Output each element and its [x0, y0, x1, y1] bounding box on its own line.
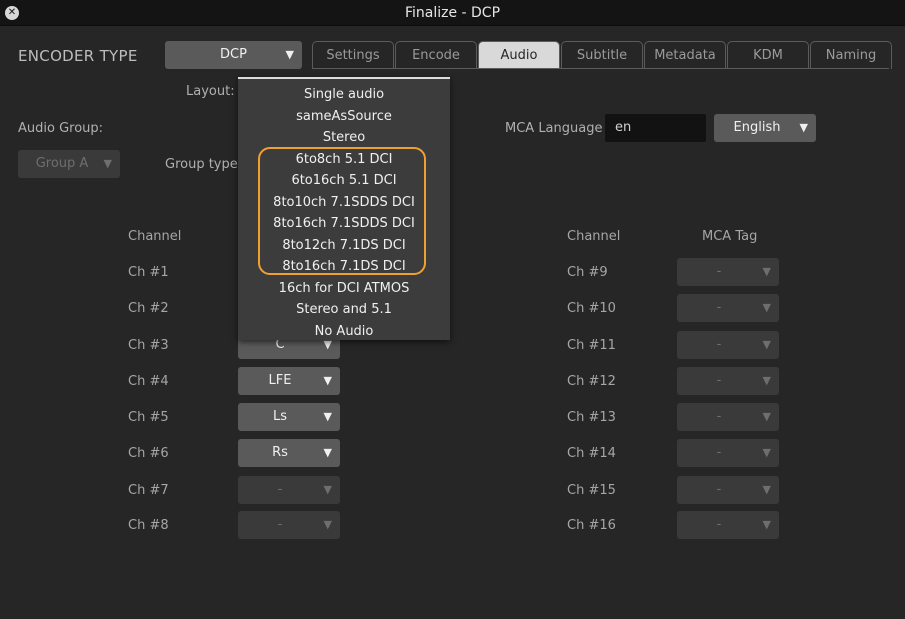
right-channel-header: Channel	[567, 229, 621, 244]
chevron-down-icon: ▼	[323, 410, 332, 423]
tab-encode[interactable]: Encode	[395, 41, 477, 69]
channel-label: Ch #1	[128, 265, 169, 280]
mca-language-select[interactable]: English ▼	[714, 114, 816, 142]
chevron-down-icon: ▼	[762, 338, 771, 351]
layout-option-stereo-and-51[interactable]: Stereo and 5.1	[238, 299, 450, 321]
channel-label: Ch #2	[128, 301, 169, 316]
encoder-type-value: DCP	[220, 47, 247, 62]
mca-tag-value: -	[716, 300, 722, 315]
audio-group-select[interactable]: Group A ▼	[18, 150, 120, 178]
encoder-type-select[interactable]: DCP ▼	[165, 41, 302, 69]
chevron-down-icon: ▼	[762, 483, 771, 496]
mca-language-code-input[interactable]: en	[605, 114, 706, 142]
channel-label: Ch #6	[128, 446, 169, 461]
mca-tag-select[interactable]: Ls ▼	[238, 403, 340, 431]
mca-tag-select[interactable]: - ▼	[677, 476, 779, 504]
chevron-down-icon: ▼	[762, 518, 771, 531]
layout-label: Layout:	[186, 84, 235, 99]
mca-tag-header: MCA Tag	[702, 229, 758, 244]
chevron-down-icon: ▼	[323, 483, 332, 496]
layout-option-no-audio[interactable]: No Audio	[238, 321, 450, 343]
channel-label: Ch #3	[128, 338, 169, 353]
mca-tag-value: -	[716, 264, 722, 279]
chevron-down-icon: ▼	[762, 374, 771, 387]
tab-subtitle[interactable]: Subtitle	[561, 41, 643, 69]
channel-label: Ch #12	[567, 374, 616, 389]
channel-label: Ch #10	[567, 301, 616, 316]
tab-metadata[interactable]: Metadata	[644, 41, 726, 69]
encoder-type-label: ENCODER TYPE	[18, 47, 138, 65]
mca-tag-value: -	[716, 445, 722, 460]
mca-tag-value: Ls	[272, 409, 287, 424]
channel-label: Ch #14	[567, 446, 616, 461]
tab-divider	[312, 68, 889, 69]
mca-tag-select[interactable]: - ▼	[238, 476, 340, 504]
channel-label: Ch #4	[128, 374, 169, 389]
left-channel-header: Channel	[128, 229, 182, 244]
tab-bar: Settings Encode Audio Subtitle Metadata …	[312, 41, 893, 69]
mca-tag-value: -	[277, 482, 283, 497]
mca-tag-select[interactable]: - ▼	[677, 294, 779, 322]
channel-label: Ch #15	[567, 483, 616, 498]
mca-tag-value: -	[716, 409, 722, 424]
mca-tag-select[interactable]: - ▼	[677, 331, 779, 359]
mca-tag-select[interactable]: - ▼	[677, 258, 779, 286]
group-type-label: Group type	[165, 157, 238, 172]
chevron-down-icon: ▼	[762, 410, 771, 423]
chevron-down-icon: ▼	[762, 265, 771, 278]
title-bar: ✕ Finalize - DCP	[0, 0, 905, 26]
mca-tag-value: LFE	[268, 373, 292, 388]
channel-label: Ch #5	[128, 410, 169, 425]
mca-tag-select[interactable]: LFE ▼	[238, 367, 340, 395]
channel-label: Ch #16	[567, 518, 616, 533]
tab-naming[interactable]: Naming	[810, 41, 892, 69]
chevron-down-icon: ▼	[323, 518, 332, 531]
channel-label: Ch #7	[128, 483, 169, 498]
window-title: Finalize - DCP	[404, 5, 501, 21]
channel-label: Ch #13	[567, 410, 616, 425]
chevron-down-icon: ▼	[103, 157, 112, 170]
audio-group-label: Audio Group:	[18, 121, 104, 136]
tab-audio[interactable]: Audio	[478, 41, 560, 69]
layout-option-same-as-source[interactable]: sameAsSource	[238, 106, 450, 128]
chevron-down-icon: ▼	[762, 301, 771, 314]
mca-tag-select[interactable]: - ▼	[238, 511, 340, 539]
tab-kdm[interactable]: KDM	[727, 41, 809, 69]
mca-tag-value: Rs	[272, 445, 288, 460]
mca-language-label: MCA Language	[505, 121, 603, 136]
layout-option-16ch-atmos[interactable]: 16ch for DCI ATMOS	[238, 278, 450, 300]
mca-tag-value: -	[716, 373, 722, 388]
mca-tag-value: -	[716, 517, 722, 532]
mca-tag-value: -	[716, 482, 722, 497]
mca-tag-select[interactable]: - ▼	[677, 367, 779, 395]
layout-option-single-audio[interactable]: Single audio	[238, 84, 450, 106]
channel-label: Ch #8	[128, 518, 169, 533]
mca-tag-value: -	[277, 517, 283, 532]
channel-label: Ch #9	[567, 265, 608, 280]
mca-tag-value: -	[716, 337, 722, 352]
mca-tag-select[interactable]: Rs ▼	[238, 439, 340, 467]
chevron-down-icon: ▼	[762, 446, 771, 459]
chevron-down-icon: ▼	[285, 48, 294, 61]
chevron-down-icon: ▼	[323, 374, 332, 387]
chevron-down-icon: ▼	[323, 446, 332, 459]
tab-settings[interactable]: Settings	[312, 41, 394, 69]
channel-label: Ch #11	[567, 338, 616, 353]
highlight-outline	[258, 147, 426, 275]
layout-option-stereo[interactable]: Stereo	[238, 127, 450, 149]
chevron-down-icon: ▼	[799, 121, 808, 134]
mca-tag-select[interactable]: - ▼	[677, 403, 779, 431]
mca-language-value: English	[733, 120, 781, 135]
audio-group-value: Group A	[35, 156, 89, 171]
mca-tag-select[interactable]: - ▼	[677, 511, 779, 539]
mca-tag-select[interactable]: - ▼	[677, 439, 779, 467]
